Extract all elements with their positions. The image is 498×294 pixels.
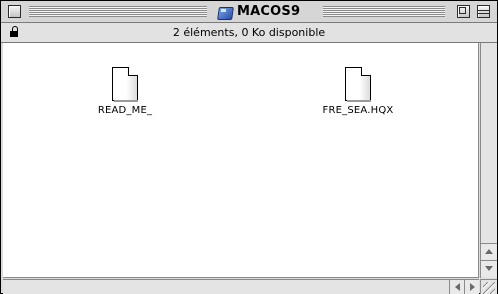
title-bar-stripes-left [29, 6, 207, 17]
vertical-scrollbar[interactable] [480, 43, 497, 278]
title-bar-stripes-right [323, 6, 445, 17]
arrow-right-icon [469, 283, 475, 291]
scroll-down-button[interactable] [481, 260, 497, 276]
info-bar: 2 éléments, 0 Ko disponible [1, 23, 497, 43]
zoom-box-button[interactable] [457, 5, 470, 18]
scroll-right-button[interactable] [464, 280, 479, 294]
status-text: 2 éléments, 0 Ko disponible [172, 26, 326, 39]
window-content[interactable]: READ_ME_ FRE_SEA.HQX [3, 43, 479, 278]
arrow-left-icon [454, 283, 460, 291]
arrow-up-icon [485, 249, 493, 254]
close-box-button[interactable] [8, 5, 21, 18]
file-item[interactable]: READ_ME_ [70, 67, 180, 116]
window-title: MACOS9 [237, 4, 301, 19]
file-name[interactable]: READ_ME_ [70, 105, 180, 116]
resize-grow-box[interactable] [480, 279, 497, 294]
scroll-up-button[interactable] [481, 243, 497, 259]
arrow-down-icon [485, 266, 493, 271]
disk-icon [217, 5, 234, 20]
scroll-left-button[interactable] [449, 280, 464, 294]
window-title-group: MACOS9 [211, 2, 307, 21]
horizontal-scrollbar[interactable] [3, 279, 479, 294]
file-item[interactable]: FRE_SEA.HQX [303, 67, 413, 116]
title-bar[interactable]: MACOS9 [1, 1, 497, 23]
vertical-scroll-track[interactable] [481, 43, 497, 241]
document-icon[interactable] [112, 67, 138, 102]
file-name[interactable]: FRE_SEA.HQX [303, 105, 413, 116]
finder-window: MACOS9 2 éléments, 0 Ko disponible READ_… [0, 0, 498, 294]
document-icon[interactable] [345, 67, 371, 102]
collapse-box-button[interactable] [477, 5, 490, 18]
